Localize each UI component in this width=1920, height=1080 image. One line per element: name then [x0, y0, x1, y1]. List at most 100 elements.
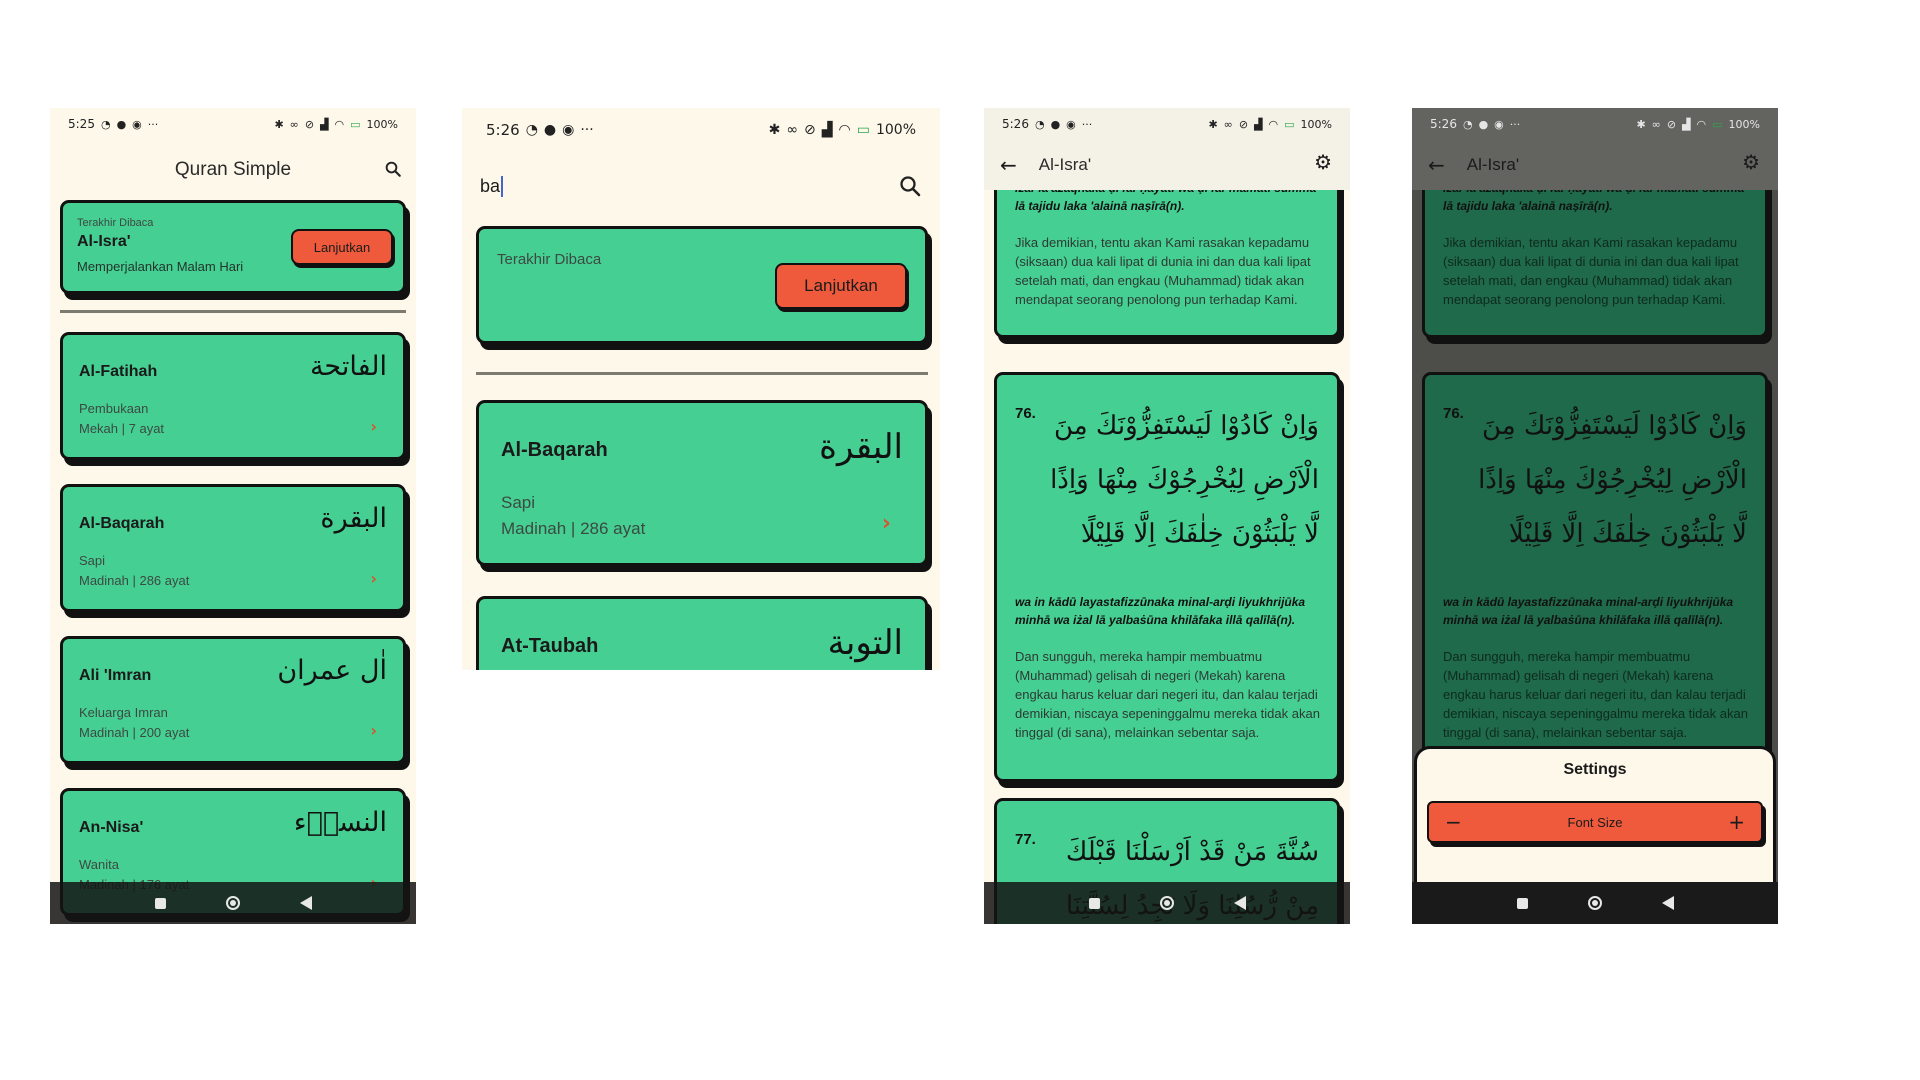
- status-bar: 5:25 ◔ ● ◉ ··· ✱ ∞ ⊘ ▟ ◠ ▭ 100%: [50, 108, 416, 140]
- ayah-translation: Jika demikian, tentu akan Kami rasakan k…: [1443, 235, 1739, 307]
- status-time: 5:26: [486, 121, 520, 139]
- continue-button[interactable]: Lanjutkan: [291, 229, 393, 265]
- bluetooth-icon: ✱: [768, 122, 781, 138]
- last-read-card[interactable]: Terakhir Dibaca Lanjutkan: [476, 226, 928, 344]
- link-icon: ∞: [1223, 117, 1233, 131]
- status-bar: 5:26 ◔ ● ◉ ··· ✱ ∞ ⊘ ▟ ◠ ▭ 100%: [1412, 108, 1778, 140]
- battery-icon: ▭: [350, 117, 361, 131]
- app-bar: 5:26 ◔ ● ◉ ··· ✱ ∞ ⊘ ▟ ◠ ▭ 100% ← Al-Isr…: [984, 108, 1350, 190]
- discord-icon: ◉: [1494, 117, 1504, 131]
- plus-button[interactable]: +: [1728, 810, 1745, 834]
- font-size-control: − Font Size +: [1427, 801, 1763, 843]
- recents-button[interactable]: [1516, 897, 1528, 909]
- more-icon: ···: [1509, 117, 1521, 131]
- recents-button[interactable]: [154, 897, 166, 909]
- whatsapp-icon: ◔: [1462, 117, 1473, 131]
- surah-card-at-taubah[interactable]: At-Taubah التوبة: [476, 596, 928, 670]
- app-bar: 5:26 ◔ ● ◉ ··· ✱ ∞ ⊘ ▟ ◠ ▭ 100% ← Al-Isr…: [1412, 108, 1778, 190]
- battery-level: 100%: [875, 122, 916, 138]
- surah-card-ali-imran[interactable]: Ali 'Imran اٰل عمران Keluarga Imran Madi…: [60, 636, 406, 764]
- back-nav-button[interactable]: [1661, 896, 1674, 910]
- screen-reader: izal-la'azaqnaka ḍi'fal-ḥayati wa ḍi'fal…: [984, 108, 1350, 924]
- more-icon: ···: [580, 122, 594, 138]
- search-input[interactable]: ba: [480, 175, 504, 197]
- surah-arabic: البقرة: [819, 427, 903, 467]
- mute-icon: ⊘: [1666, 117, 1677, 131]
- signal-icon: ▟: [821, 122, 833, 138]
- ayah-arabic: وَاِنْ كَادُوْا لَيَسْتَفِزُّوْنَكَ مِنَ…: [1478, 411, 1747, 549]
- bluetooth-icon: ✱: [1208, 117, 1218, 131]
- whatsapp-icon: ◔: [525, 122, 538, 138]
- surah-meaning: Keluarga Imran: [79, 705, 168, 720]
- ayah-arabic: وَاِنْ كَادُوْا لَيَسْتَفِزُّوْنَكَ مِنَ…: [1050, 411, 1319, 549]
- more-icon: ···: [147, 117, 159, 131]
- back-nav-button[interactable]: [1233, 896, 1246, 910]
- home-button[interactable]: [1159, 896, 1174, 910]
- screen-home: 5:25 ◔ ● ◉ ··· ✱ ∞ ⊘ ▟ ◠ ▭ 100% Quran Si…: [50, 108, 416, 924]
- chevron-right-icon: ›: [370, 569, 377, 588]
- battery-icon: ▭: [1712, 117, 1723, 131]
- link-icon: ∞: [289, 117, 299, 131]
- bluetooth-icon: ✱: [1636, 117, 1646, 131]
- surah-arabic: التوبة: [827, 623, 903, 663]
- whatsapp-icon: ◔: [1034, 117, 1045, 131]
- surah-card-al-baqarah[interactable]: Al-Baqarah البقرة Sapi Madinah | 286 aya…: [476, 400, 928, 566]
- surah-info: Mekah | 7 ayat: [79, 421, 165, 436]
- status-bar: 5:26 ◔ ● ◉ ··· ✱ ∞ ⊘ ▟ ◠ ▭ 100%: [984, 108, 1350, 140]
- continue-button[interactable]: Lanjutkan: [775, 263, 907, 309]
- chevron-right-icon: ›: [881, 511, 891, 536]
- surah-card-al-baqarah[interactable]: Al-Baqarah البقرة Sapi Madinah | 286 aya…: [60, 484, 406, 612]
- home-button[interactable]: [225, 896, 240, 910]
- last-read-label: Terakhir Dibaca: [77, 217, 154, 229]
- last-read-card[interactable]: Terakhir Dibaca Al-Isra' Memperjalankan …: [60, 200, 406, 294]
- mute-icon: ⊘: [1238, 117, 1249, 131]
- chat-icon: ●: [1478, 117, 1489, 131]
- font-size-label: Font Size: [1567, 814, 1623, 830]
- search-bar: ba: [462, 158, 940, 214]
- surah-name: Al-Baqarah: [79, 515, 165, 532]
- last-read-surah: Al-Isra': [77, 233, 131, 250]
- back-arrow-icon[interactable]: ←: [1428, 153, 1445, 177]
- status-time: 5:26: [1002, 117, 1029, 131]
- back-arrow-icon[interactable]: ←: [1000, 153, 1017, 177]
- back-nav-button[interactable]: [299, 896, 312, 910]
- system-nav-bar: [984, 882, 1350, 924]
- ayah-card-76: 76. وَاِنْ كَادُوْا لَيَسْتَفِزُّوْنَكَ …: [994, 372, 1340, 782]
- surah-name: Al-Baqarah: [501, 439, 608, 461]
- surah-info: Madinah | 200 ayat: [79, 725, 190, 740]
- surah-arabic: النساۤء: [293, 807, 387, 838]
- battery-icon: ▭: [856, 122, 870, 138]
- surah-title: Al-Isra': [1038, 155, 1092, 174]
- recents-button[interactable]: [1088, 897, 1100, 909]
- ayah-translation: Dan sungguh, mereka hampir membuatmu (Mu…: [1015, 649, 1320, 740]
- surah-name: Al-Fatihah: [79, 363, 158, 380]
- screen-search: 5:26 ◔ ● ◉ ··· ✱ ∞ ⊘ ▟ ◠ ▭ 100% ba Terak…: [462, 108, 940, 670]
- discord-icon: ◉: [1066, 117, 1076, 131]
- battery-level: 100%: [1300, 117, 1332, 131]
- divider: [60, 310, 406, 313]
- minus-button[interactable]: −: [1445, 810, 1462, 834]
- mute-icon: ⊘: [804, 122, 816, 138]
- gear-icon[interactable]: ⚙: [1742, 150, 1760, 174]
- gear-icon[interactable]: ⚙: [1314, 150, 1332, 174]
- app-bar: Quran Simple: [50, 146, 416, 194]
- chat-icon: ●: [116, 117, 127, 131]
- surah-arabic: اٰل عمران: [277, 655, 387, 686]
- ayah-translation: Dan sungguh, mereka hampir membuatmu (Mu…: [1443, 649, 1748, 740]
- settings-title: Settings: [1563, 761, 1627, 778]
- surah-card-al-fatihah[interactable]: Al-Fatihah الفاتحة Pembukaan Mekah | 7 a…: [60, 332, 406, 460]
- surah-meaning: Sapi: [79, 553, 106, 568]
- surah-name: An-Nisa': [79, 819, 144, 836]
- home-button[interactable]: [1587, 896, 1602, 910]
- screen-settings: izal-la'azaqnaka ḍi'fal-ḥayati wa ḍi'fal…: [1412, 108, 1778, 924]
- chat-icon: ●: [1050, 117, 1061, 131]
- search-icon[interactable]: [384, 160, 402, 178]
- surah-name: Ali 'Imran: [79, 667, 152, 684]
- ayah-latin: wa in kādū layastafizzūnaka minal-arḍi l…: [1015, 595, 1306, 627]
- wifi-icon: ◠: [1268, 117, 1279, 131]
- surah-meaning: Sapi: [501, 493, 536, 512]
- surah-arabic: الفاتحة: [309, 351, 387, 382]
- whatsapp-icon: ◔: [100, 117, 111, 131]
- search-icon[interactable]: [898, 174, 922, 198]
- wifi-icon: ◠: [838, 122, 851, 138]
